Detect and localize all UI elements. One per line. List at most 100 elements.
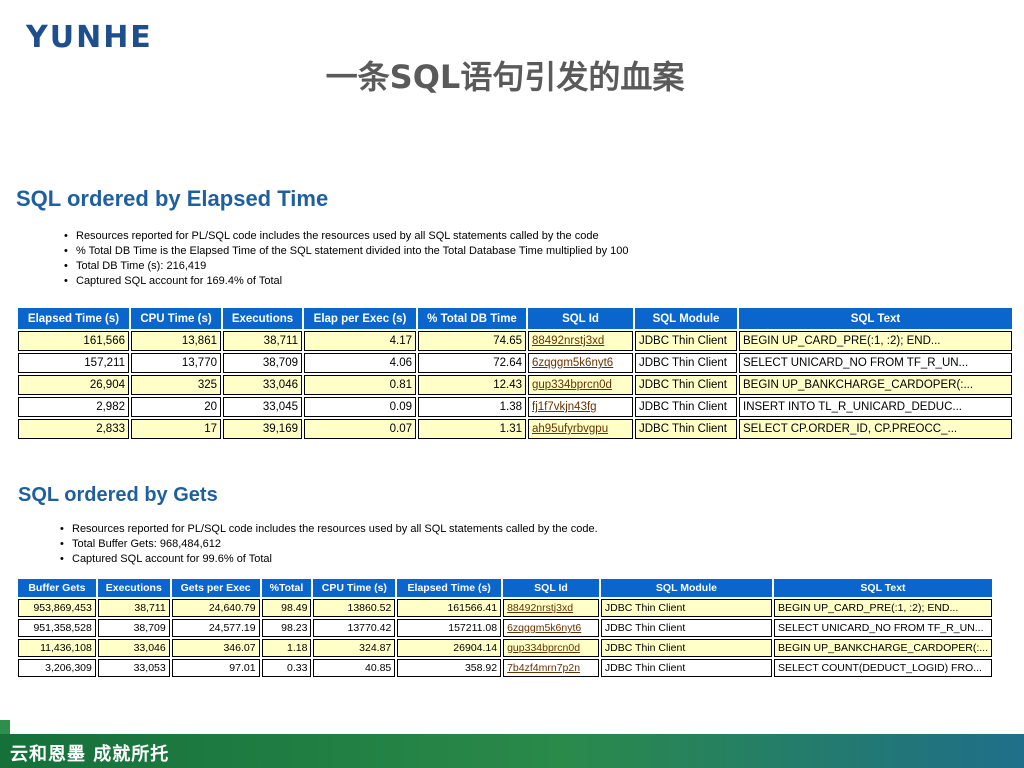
cell: 1.18 — [261, 639, 312, 657]
sql-id-link[interactable]: gup334bprcn0d — [532, 379, 612, 391]
cell: 26,904 — [18, 375, 129, 395]
sql-id-link[interactable]: 6zqggm5k6nyt6 — [507, 622, 581, 634]
sql-id-link[interactable]: 88492nrstj3xd — [507, 602, 573, 614]
footer-accent-bar — [0, 720, 10, 734]
cell: JDBC Thin Client — [600, 619, 772, 637]
cell: 0.09 — [304, 397, 416, 417]
cell: 17 — [131, 419, 221, 439]
cell: 0.07 — [304, 419, 416, 439]
cell: 358.92 — [397, 659, 502, 677]
cell: 33,046 — [97, 639, 170, 657]
cell: 0.33 — [261, 659, 312, 677]
cell: 38,709 — [223, 353, 302, 373]
cell: 346.07 — [171, 639, 260, 657]
cell: JDBC Thin Client — [600, 639, 772, 657]
cell: JDBC Thin Client — [635, 353, 737, 373]
cell: 953,869,453 — [18, 599, 96, 617]
cell: 40.85 — [313, 659, 396, 677]
cell: SELECT COUNT(DEDUCT_LOGID) FRO... — [773, 659, 992, 677]
note-item: Resources reported for PL/SQL code inclu… — [64, 229, 629, 244]
cell: SELECT UNICARD_NO FROM TF_R_UN... — [739, 353, 1012, 373]
column-header: Buffer Gets — [18, 579, 96, 597]
cell: 157,211 — [18, 353, 129, 373]
cell: 20 — [131, 397, 221, 417]
column-header: SQL Text — [773, 579, 992, 597]
cell: 324.87 — [313, 639, 396, 657]
sql-id-link[interactable]: fj1f7vkjn43fg — [532, 401, 597, 413]
cell: 161,566 — [18, 331, 129, 351]
note-item: Captured SQL account for 99.6% of Total — [60, 552, 598, 567]
sql-id-link[interactable]: 7b4zf4mrn7p2n — [507, 662, 580, 674]
cell: 88492nrstj3xd — [528, 331, 633, 351]
cell: JDBC Thin Client — [635, 419, 737, 439]
sql-id-link[interactable]: 88492nrstj3xd — [532, 335, 604, 347]
column-header: %Total — [261, 579, 312, 597]
section1-notes: Resources reported for PL/SQL code inclu… — [62, 229, 629, 289]
cell: 98.49 — [261, 599, 312, 617]
footer-slogan: 云和恩墨 成就所托 — [10, 744, 170, 765]
table-row: 2,833 17 39,169 0.07 1.31 ah95ufyrbvgpu … — [18, 419, 1012, 439]
cell: BEGIN UP_CARD_PRE(:1, :2); END... — [739, 331, 1012, 351]
column-header: CPU Time (s) — [313, 579, 396, 597]
section2-notes: Resources reported for PL/SQL code inclu… — [58, 522, 598, 567]
cell: 1.31 — [418, 419, 526, 439]
cell: 161566.41 — [397, 599, 502, 617]
cell: 2,833 — [18, 419, 129, 439]
column-header: Executions — [223, 308, 302, 329]
column-header: CPU Time (s) — [131, 308, 221, 329]
cell: 88492nrstj3xd — [503, 599, 599, 617]
cell: JDBC Thin Client — [600, 599, 772, 617]
cell: 38,711 — [97, 599, 170, 617]
cell: 6zqggm5k6nyt6 — [528, 353, 633, 373]
company-logo: YUNHE — [26, 20, 153, 55]
section-title-gets: SQL ordered by Gets — [18, 484, 218, 506]
cell: BEGIN UP_BANKCHARGE_CARDOPER(:... — [739, 375, 1012, 395]
cell: 13,770 — [131, 353, 221, 373]
cell: 13770.42 — [313, 619, 396, 637]
sql-id-link[interactable]: ah95ufyrbvgpu — [532, 423, 608, 435]
sql-id-link[interactable]: 6zqggm5k6nyt6 — [532, 357, 613, 369]
cell: 7b4zf4mrn7p2n — [503, 659, 599, 677]
cell: 325 — [131, 375, 221, 395]
cell: 12.43 — [418, 375, 526, 395]
cell: 157211.08 — [397, 619, 502, 637]
column-header: Gets per Exec — [171, 579, 260, 597]
cell: 13860.52 — [313, 599, 396, 617]
column-header: SQL Text — [739, 308, 1012, 329]
cell: 98.23 — [261, 619, 312, 637]
note-item: Total Buffer Gets: 968,484,612 — [60, 537, 598, 552]
cell: JDBC Thin Client — [635, 397, 737, 417]
elapsed-time-table: Elapsed Time (s) CPU Time (s) Executions… — [16, 306, 1014, 441]
cell: BEGIN UP_CARD_PRE(:1, :2); END... — [773, 599, 992, 617]
cell: 2,982 — [18, 397, 129, 417]
column-header: Executions — [97, 579, 170, 597]
column-header: % Total DB Time — [418, 308, 526, 329]
cell: 38,709 — [97, 619, 170, 637]
cell: 6zqggm5k6nyt6 — [503, 619, 599, 637]
cell: 39,169 — [223, 419, 302, 439]
cell: SELECT CP.ORDER_ID, CP.PREOCC_... — [739, 419, 1012, 439]
section-title-elapsed-time: SQL ordered by Elapsed Time — [16, 186, 329, 211]
table-row: 161,566 13,861 38,711 4.17 74.65 88492nr… — [18, 331, 1012, 351]
cell: 1.38 — [418, 397, 526, 417]
cell: gup334bprcn0d — [528, 375, 633, 395]
sql-id-link[interactable]: gup334bprcn0d — [507, 642, 580, 654]
cell: JDBC Thin Client — [635, 331, 737, 351]
cell: 4.06 — [304, 353, 416, 373]
column-header: SQL Module — [635, 308, 737, 329]
cell: 38,711 — [223, 331, 302, 351]
slide-title: 一条SQL语句引发的血案 — [325, 58, 685, 96]
table-header-row: Buffer Gets Executions Gets per Exec %To… — [18, 579, 992, 597]
note-item: % Total DB Time is the Elapsed Time of t… — [64, 244, 629, 259]
cell: fj1f7vkjn43fg — [528, 397, 633, 417]
table-row: 951,358,528 38,709 24,577.19 98.23 13770… — [18, 619, 992, 637]
cell: JDBC Thin Client — [635, 375, 737, 395]
cell: 97.01 — [171, 659, 260, 677]
cell: 0.81 — [304, 375, 416, 395]
cell: 4.17 — [304, 331, 416, 351]
note-item: Captured SQL account for 169.4% of Total — [64, 274, 629, 289]
cell: 13,861 — [131, 331, 221, 351]
cell: 3,206,309 — [18, 659, 96, 677]
table-row: 157,211 13,770 38,709 4.06 72.64 6zqggm5… — [18, 353, 1012, 373]
table-row: 3,206,309 33,053 97.01 0.33 40.85 358.92… — [18, 659, 992, 677]
